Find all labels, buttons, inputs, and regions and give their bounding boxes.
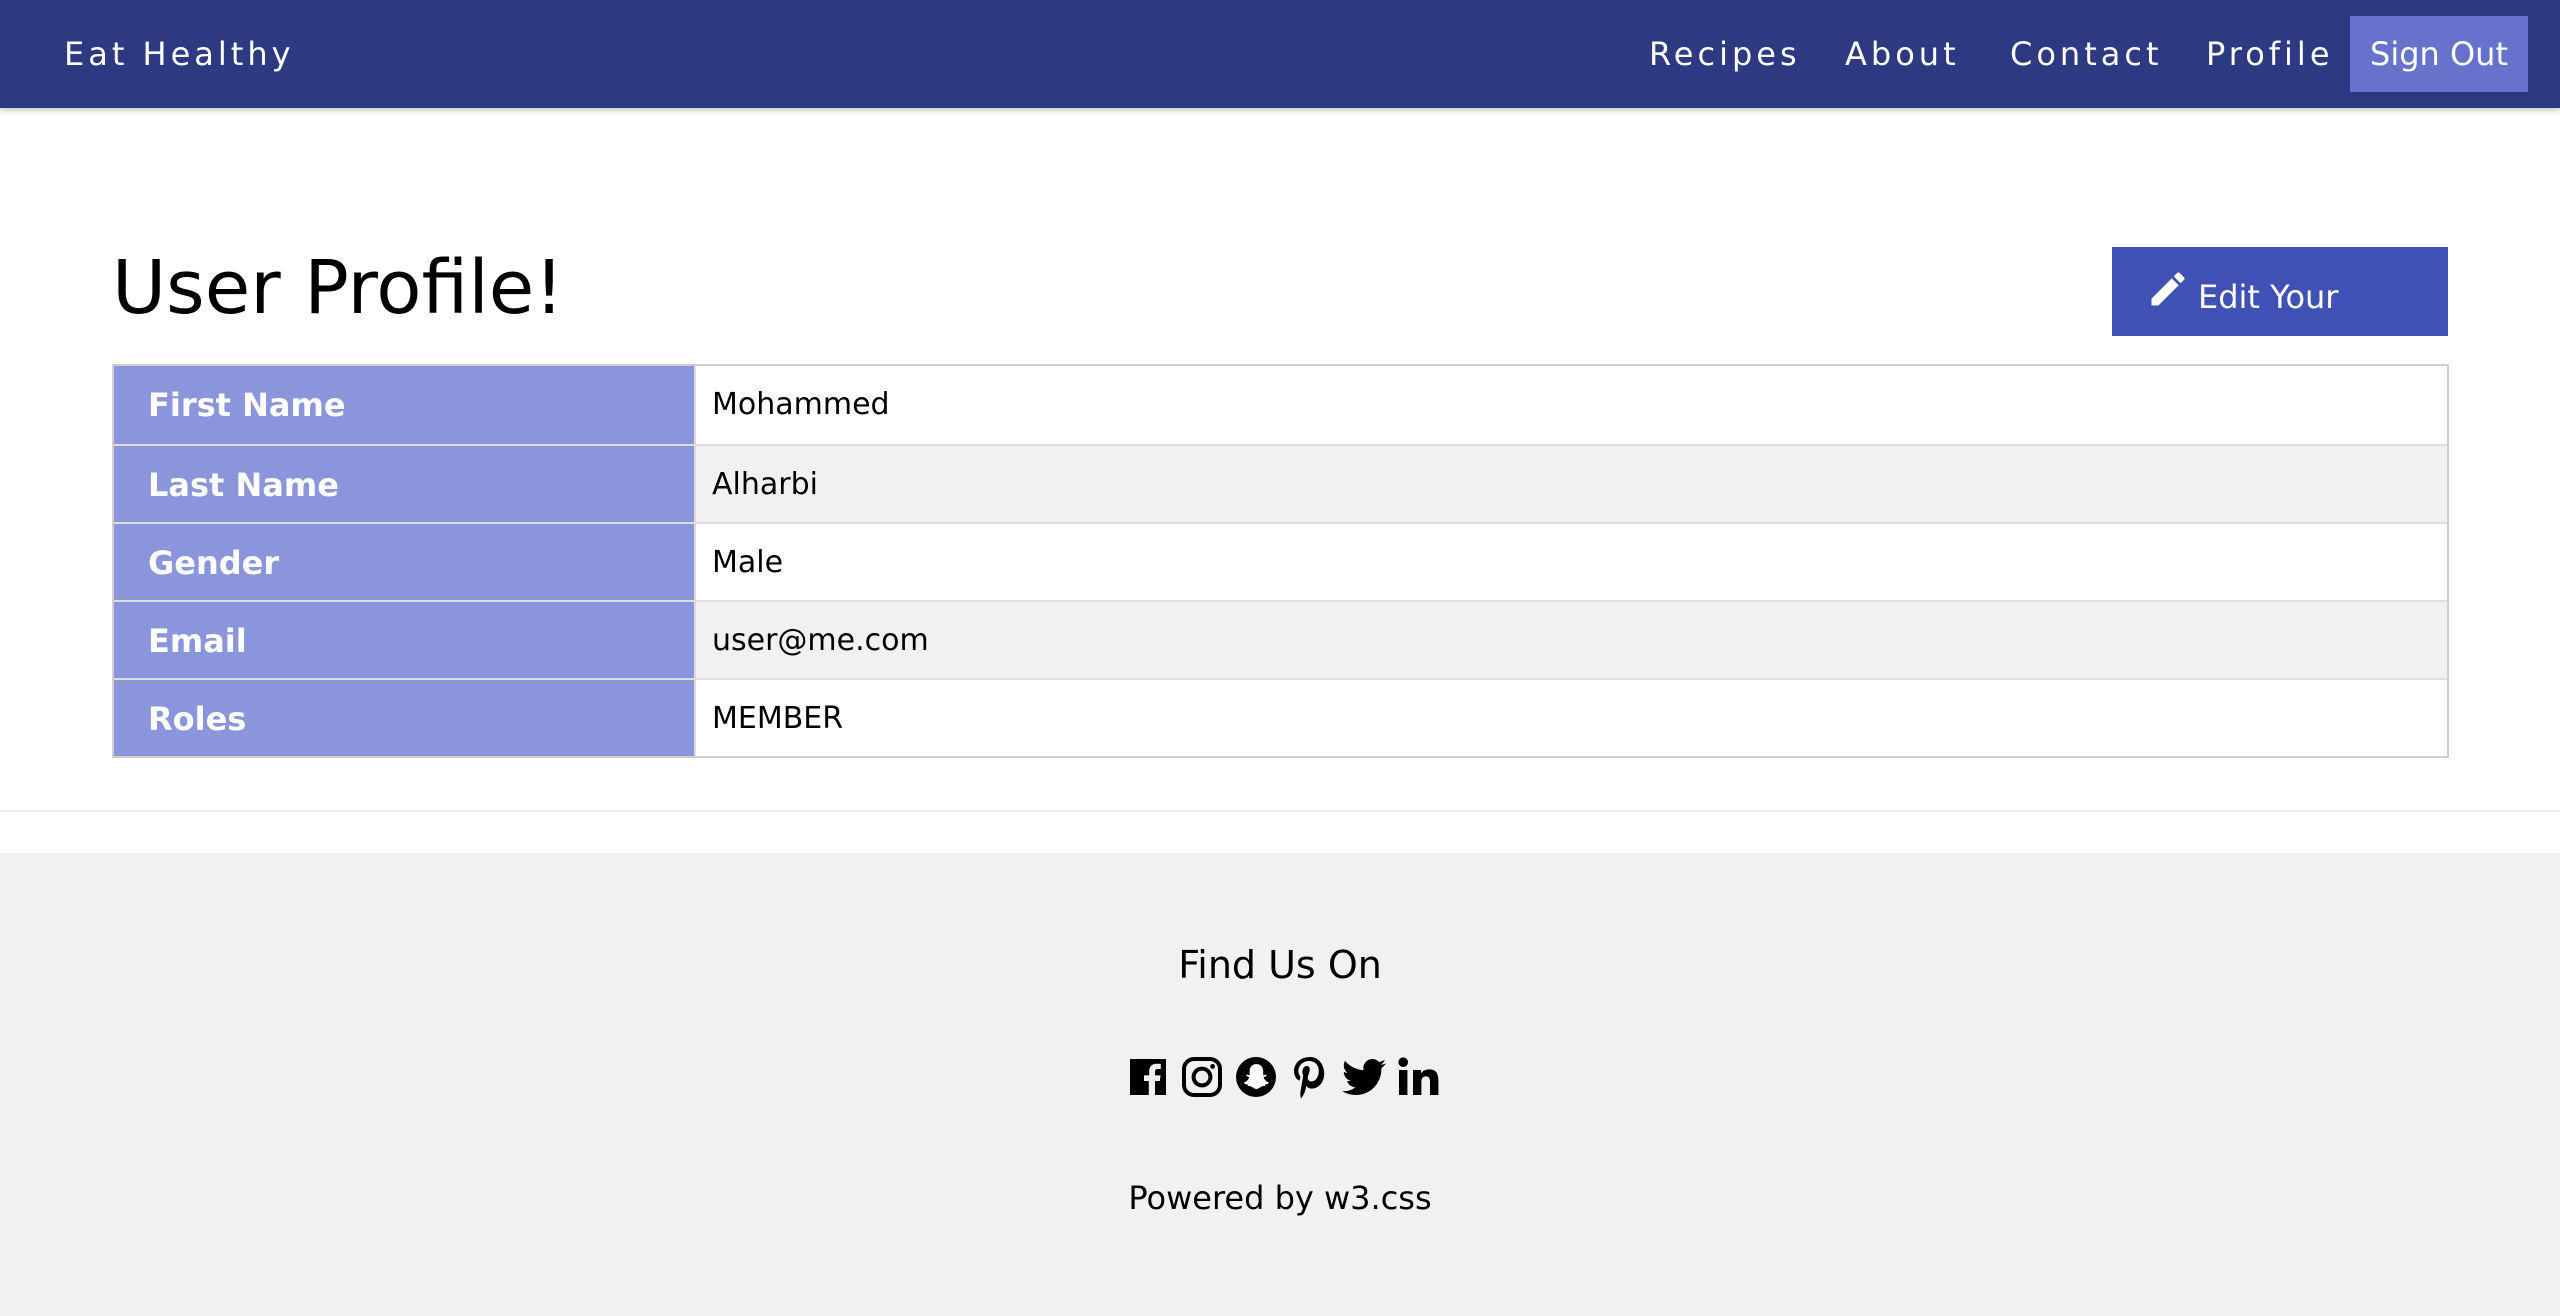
instagram-icon[interactable] (1178, 1053, 1226, 1101)
table-row: Email user@me.com (114, 600, 2447, 678)
table-row: Last Name Alharbi (114, 444, 2447, 522)
profile-table: First Name Mohammed Last Name Alharbi Ge… (112, 364, 2449, 758)
table-key: Gender (114, 524, 696, 600)
page-title: User Profile! (112, 245, 564, 331)
table-value: Male (696, 524, 2447, 600)
table-row: Roles MEMBER (114, 678, 2447, 756)
table-value: user@me.com (696, 602, 2447, 678)
nav-contact-link[interactable]: Contact (2010, 0, 2163, 108)
table-key: Last Name (114, 446, 696, 522)
table-key: First Name (114, 366, 696, 444)
pinterest-icon[interactable] (1286, 1053, 1334, 1101)
table-key: Email (114, 602, 696, 678)
twitter-icon[interactable] (1340, 1053, 1388, 1101)
nav-profile-link[interactable]: Profile (2206, 0, 2334, 108)
brand-link[interactable]: Eat Healthy (64, 0, 295, 108)
pencil-icon (2151, 272, 2185, 306)
snapchat-icon[interactable] (1232, 1053, 1280, 1101)
top-navbar: Eat Healthy Recipes About Contact Profil… (0, 0, 2560, 108)
table-value: Alharbi (696, 446, 2447, 522)
social-icons (1124, 1053, 1442, 1103)
table-key: Roles (114, 680, 696, 756)
section-divider (0, 810, 2560, 812)
nav-about-link[interactable]: About (1845, 0, 1960, 108)
edit-profile-button[interactable]: Edit Your Profile (2112, 247, 2448, 416)
table-row: Gender Male (114, 522, 2447, 600)
table-value: MEMBER (696, 680, 2447, 756)
footer: Find Us On Powered by w3.css (0, 853, 2560, 1316)
table-value: Mohammed (696, 366, 2447, 444)
powered-by-text: Powered by w3.css (1128, 1179, 1432, 1217)
footer-heading: Find Us On (1178, 943, 1382, 987)
nav-recipes-link[interactable]: Recipes (1649, 0, 1801, 108)
sign-out-button[interactable]: Sign Out (2350, 16, 2528, 92)
edit-profile-label: Edit Your Profile (2198, 278, 2339, 416)
facebook-icon[interactable] (1124, 1053, 1172, 1101)
linkedin-icon[interactable] (1394, 1053, 1442, 1101)
table-row: First Name Mohammed (114, 366, 2447, 444)
